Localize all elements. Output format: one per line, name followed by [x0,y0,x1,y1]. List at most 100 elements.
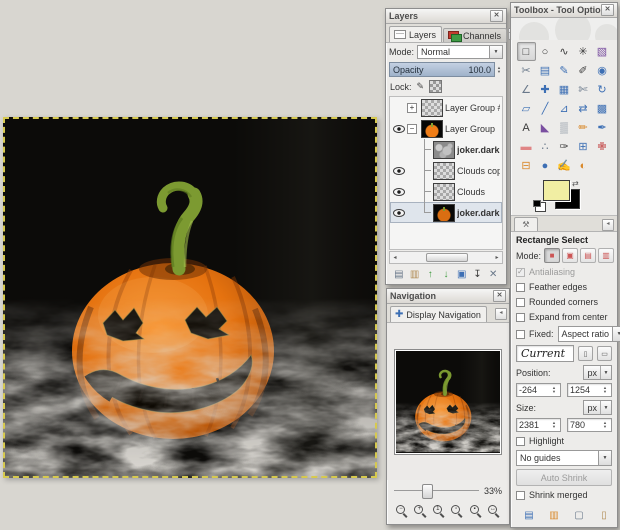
color-picker-tool[interactable]: ✐ [574,61,593,80]
rectangle-select-tool[interactable]: □ [516,42,536,61]
size-unit-combobox[interactable]: px ▼ [583,400,612,415]
fuzzy-select-tool[interactable]: ✳ [574,42,593,61]
reset-tool-options-button[interactable]: ▯ [598,508,610,523]
scale-tool[interactable]: ▱ [517,99,536,118]
group-expander[interactable] [407,166,417,176]
scroll-left-icon[interactable]: ◂ [390,254,400,261]
feather-edges-checkbox[interactable] [516,282,525,292]
spinner-icon[interactable]: ▲ ▼ [550,421,558,429]
size-height-field[interactable]: 780 ▲ ▼ [567,418,612,432]
shear-tool[interactable]: ╱ [536,99,555,118]
visibility-toggle[interactable] [392,124,405,133]
perspective-tool[interactable]: ⊿ [555,99,574,118]
perspective-clone-tool[interactable]: ⊟ [517,156,536,175]
visibility-toggle[interactable] [392,187,405,196]
aspect-ratio-input[interactable]: Current [516,345,574,362]
shrink-wrap-button[interactable]: ↔ [485,503,503,520]
save-tool-preset-button[interactable]: ▤ [523,508,535,523]
zoom-slider[interactable] [394,484,479,499]
expand-from-center-checkbox[interactable] [516,312,525,322]
chevron-down-icon[interactable]: ▼ [600,366,611,379]
visibility-toggle[interactable] [392,208,405,217]
measure-tool[interactable]: ∠ [517,80,536,99]
group-expander[interactable]: + [407,102,417,113]
antialiasing-checkbox[interactable] [516,267,525,277]
chevron-down-icon[interactable]: ▼ [598,451,611,465]
delete-layer-button[interactable]: ✕ [485,266,501,282]
scissors-select-tool[interactable]: ✂ [517,61,536,80]
free-select-tool[interactable]: ∿ [555,42,574,61]
raise-layer-button[interactable]: ↑ [422,266,438,282]
flip-tool[interactable]: ⇄ [574,99,593,118]
new-layer-group-button[interactable]: ▥ [407,266,423,282]
delete-tool-preset-button[interactable]: ▢ [573,508,585,523]
zoom-fit-window-button[interactable]: ▫ [448,503,466,520]
text-tool[interactable]: A [517,118,536,137]
layer-thumbnail[interactable] [433,203,455,222]
layer-row[interactable]: joker.dark.jp [390,139,502,160]
restore-tool-preset-button[interactable]: ▥ [548,508,560,523]
tab-display-navigation[interactable]: ✚ Display Navigation [390,306,487,322]
default-colors-icon[interactable] [533,200,546,212]
spinner-icon[interactable]: ▲ ▼ [550,386,558,394]
auto-shrink-button[interactable]: Auto Shrink [516,469,612,486]
clone-tool[interactable]: ⊞ [574,137,593,156]
visibility-toggle[interactable] [392,166,405,175]
group-expander[interactable] [407,187,417,197]
tab-menu-button[interactable]: ◂ [602,218,614,231]
ellipse-select-tool[interactable]: ○ [536,42,555,61]
layer-row[interactable]: − Layer Group [390,118,502,139]
select-by-color-tool[interactable]: ▧ [593,42,612,61]
position-x-field[interactable]: -264 ▲ ▼ [516,383,561,397]
layer-thumbnail[interactable] [433,140,455,159]
replace-selection-mode-button[interactable]: ■ [544,248,561,263]
zoom-tool[interactable]: ◉ [593,61,612,80]
fixed-checkbox[interactable] [516,329,525,339]
zoom-fill-window-button[interactable]: ▪ [467,503,485,520]
align-tool[interactable]: ▦ [555,80,574,99]
subtract-selection-mode-button[interactable]: ▤ [580,248,597,263]
layer-row[interactable]: + Layer Group #1 [390,97,502,118]
duplicate-layer-button[interactable]: ▣ [454,266,470,282]
layer-list-scrollbar[interactable]: ◂ ▸ [389,251,503,264]
close-icon[interactable]: ✕ [490,10,503,22]
dodge-burn-tool[interactable]: ◐ [574,156,593,175]
fixed-combobox[interactable]: Aspect ratio ▼ [557,326,620,342]
foreground-color-swatch[interactable] [543,180,570,201]
close-icon[interactable]: ✕ [493,290,506,302]
eraser-tool[interactable]: ▬ [517,137,536,156]
chevron-down-icon[interactable]: ▼ [612,327,620,341]
paintbrush-tool[interactable]: ✒ [593,118,612,137]
toolbox-titlebar[interactable]: Toolbox - Tool Options ✕ [511,3,617,18]
lock-alpha-icon[interactable] [429,80,443,93]
rounded-corners-checkbox[interactable] [516,297,525,307]
scrollbar-thumb[interactable] [425,253,469,262]
tool-options-tab[interactable]: ⚒ [514,217,538,231]
chevron-down-icon[interactable]: ▼ [489,46,502,58]
group-expander[interactable] [407,145,417,155]
smudge-tool[interactable]: ✍ [555,156,574,175]
spinner-icon[interactable]: ▲ ▼ [601,386,609,394]
swap-colors-icon[interactable]: ⇄ [572,179,579,188]
layer-thumbnail[interactable] [433,182,455,201]
anchor-layer-button[interactable]: ↧ [470,266,486,282]
layer-row[interactable]: Clouds copy [390,160,502,181]
new-layer-button[interactable]: ▤ [391,266,407,282]
zoom-in-button[interactable]: + [411,503,429,520]
zoom-slider-handle[interactable] [422,484,434,499]
layer-row[interactable]: joker.dark.jp [390,202,502,223]
intersect-selection-mode-button[interactable]: ▥ [598,248,615,263]
position-unit-combobox[interactable]: px ▼ [583,365,612,380]
tab-channels[interactable]: Channels [443,28,508,42]
heal-tool[interactable]: ✙ [593,137,612,156]
layers-titlebar[interactable]: Layers ✕ [386,9,506,24]
landscape-button[interactable]: ▭ [597,346,612,361]
visibility-toggle[interactable] [392,146,405,154]
image-canvas[interactable] [3,117,377,478]
group-expander[interactable] [407,208,417,218]
bucket-fill-tool[interactable]: ◣ [536,118,555,137]
lower-layer-button[interactable]: ↓ [438,266,454,282]
airbrush-tool[interactable]: ∴ [536,137,555,156]
spinner-icon[interactable]: ▲ ▼ [601,421,609,429]
scroll-right-icon[interactable]: ▸ [492,254,502,261]
